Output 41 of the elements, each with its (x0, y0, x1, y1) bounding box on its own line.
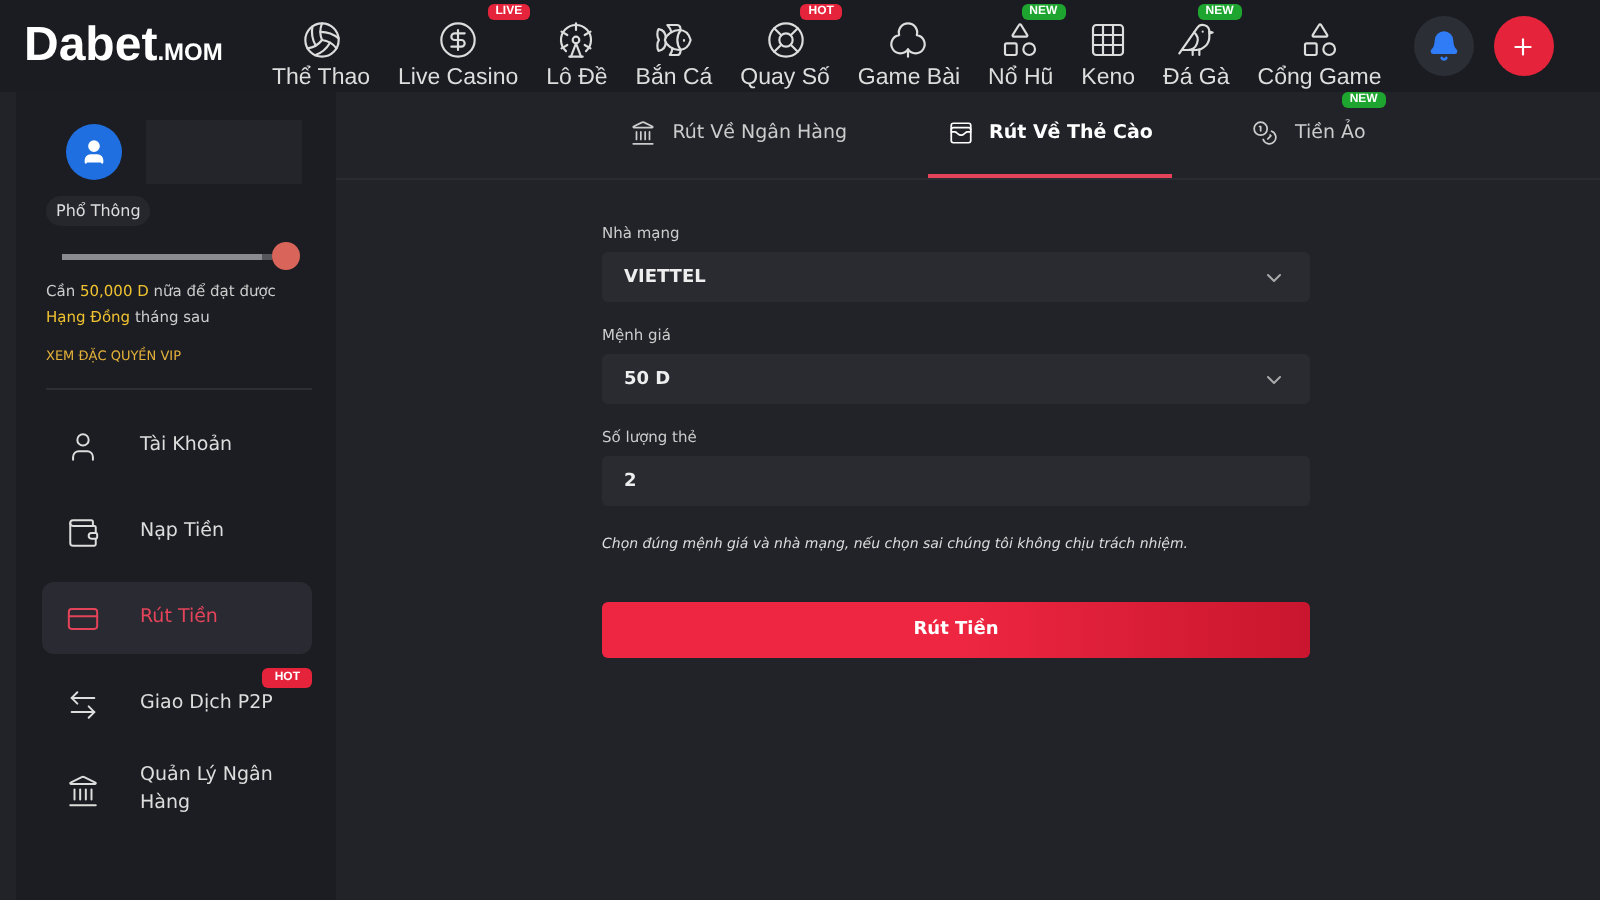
menu-item[interactable]: Nạp Tiền (42, 496, 312, 568)
nav-item[interactable]: Game Bài (845, 3, 973, 89)
coin-icon (1252, 120, 1279, 146)
logo[interactable]: Dabet.MOM (24, 18, 260, 74)
coin-icon (438, 19, 479, 59)
shapes-icon (1299, 19, 1340, 59)
bank-icon (66, 773, 100, 807)
fish-icon (653, 19, 694, 59)
ferris-wheel-icon (556, 19, 597, 59)
card-icon (947, 120, 974, 146)
plus-icon (1510, 33, 1537, 59)
nav-item[interactable]: Keno (1069, 3, 1148, 89)
rank-badge: Phổ Thông (46, 196, 151, 226)
tab[interactable]: Rút Về Ngân Hàng (610, 92, 868, 178)
club-icon (888, 19, 929, 59)
select-field[interactable]: VIETTEL (602, 252, 1310, 302)
menu-item[interactable]: Rút Tiền (42, 582, 312, 654)
grid-icon (1088, 19, 1129, 59)
tab[interactable]: Rút Về Thẻ Cào (927, 92, 1173, 178)
add-button[interactable] (1493, 16, 1554, 76)
wallet-icon (66, 515, 100, 549)
shapes-icon (1000, 19, 1041, 59)
menu-item[interactable]: Quản Lý Ngân Hàng (42, 754, 312, 826)
avatar (66, 124, 122, 180)
progress-thumb (272, 242, 300, 270)
input-field[interactable]: 2 (602, 456, 1310, 506)
nav-item[interactable]: Thể Thao (260, 3, 383, 89)
ball-icon (301, 19, 341, 59)
bird-icon (1176, 19, 1217, 59)
notification-button[interactable] (1413, 16, 1474, 76)
bank-icon (630, 120, 657, 146)
nav-item[interactable]: Cổng Game (1245, 3, 1394, 89)
arrows-icon (66, 687, 100, 721)
submit-button[interactable]: Rút Tiền (602, 602, 1310, 658)
menu-item[interactable]: Tài Khoản (42, 410, 312, 482)
bell-icon (1427, 30, 1460, 62)
nav-item[interactable]: Lô Đề (534, 3, 620, 89)
nav-item[interactable]: Bắn Cá (623, 3, 725, 89)
user-icon (66, 429, 100, 463)
wheel-icon (765, 19, 806, 59)
select-field[interactable]: 50 D (602, 354, 1310, 404)
